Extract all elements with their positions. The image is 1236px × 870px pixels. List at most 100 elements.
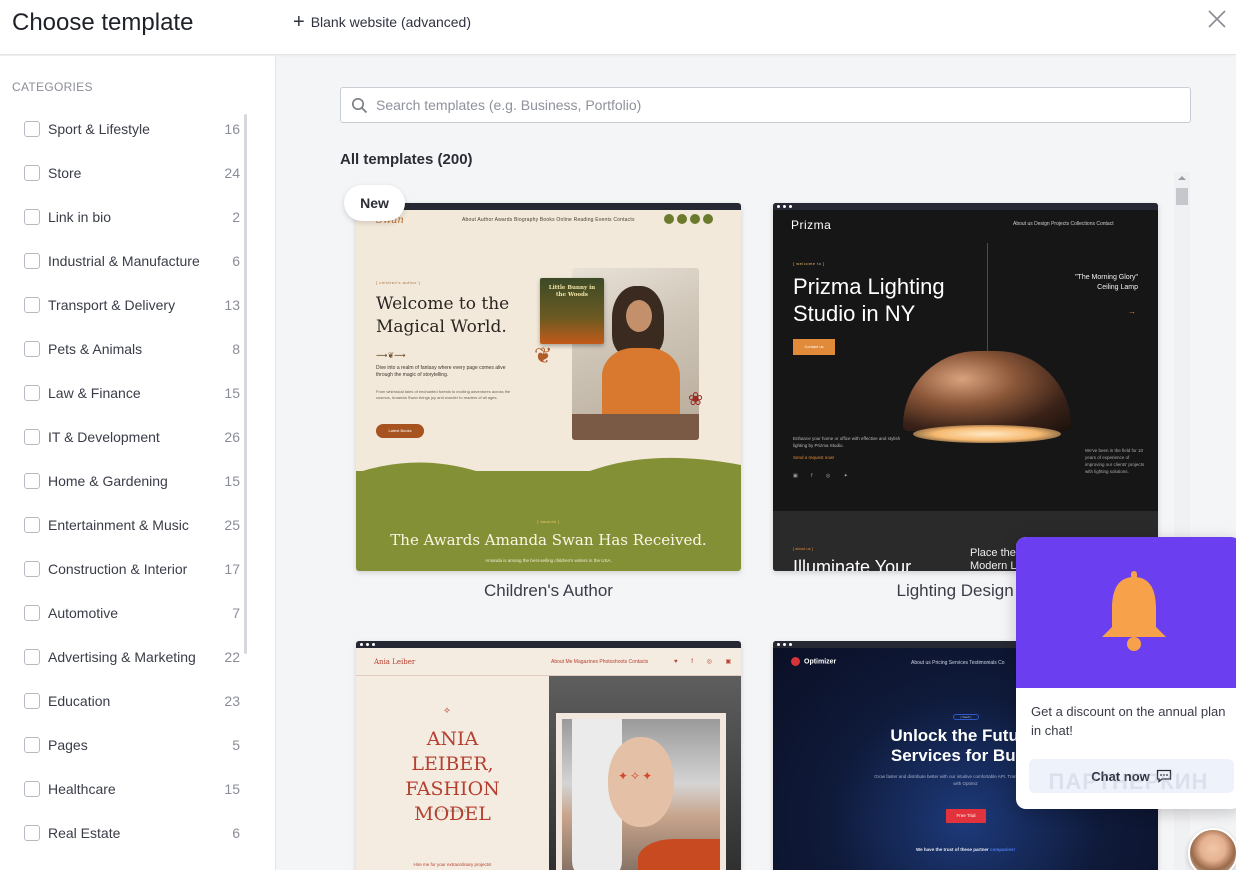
category-label: Pages <box>48 737 88 753</box>
category-item[interactable]: Real Estate 6 <box>0 811 244 855</box>
category-checkbox[interactable] <box>24 737 40 753</box>
category-item[interactable]: Store 24 <box>0 151 244 195</box>
category-count: 15 <box>224 781 240 797</box>
category-item[interactable]: Entertainment & Music 25 <box>0 503 244 547</box>
category-label: Healthcare <box>48 781 116 797</box>
category-checkbox[interactable] <box>24 605 40 621</box>
category-item[interactable]: Pages 5 <box>0 723 244 767</box>
category-item[interactable]: Industrial & Manufacture 6 <box>0 239 244 283</box>
template-card-fashion-model[interactable]: Ania Leiber About Me Magazines Photoshoo… <box>356 641 741 870</box>
category-checkbox[interactable] <box>24 385 40 401</box>
template-preview[interactable]: Ania Leiber About Me Magazines Photoshoo… <box>356 641 741 870</box>
category-checkbox[interactable] <box>24 781 40 797</box>
category-checkbox[interactable] <box>24 561 40 577</box>
category-label: Transport & Delivery <box>48 297 176 313</box>
support-avatar[interactable] <box>1188 828 1236 870</box>
awards-subtitle: Amanda is among the best-selling childre… <box>485 558 612 563</box>
category-item[interactable]: Automotive 7 <box>0 591 244 635</box>
template-preview[interactable]: Prizma About us Design Projects Collecti… <box>773 203 1158 571</box>
template-caption: Children's Author <box>484 581 613 600</box>
preview-description: Dive into a realm of fantasy where every… <box>376 365 506 378</box>
template-preview[interactable]: Swan About Author Awards Biography Books… <box>356 203 741 571</box>
blank-website-label: Blank website (advanced) <box>310 14 471 30</box>
lamp-glow <box>913 425 1061 443</box>
category-checkbox[interactable] <box>24 649 40 665</box>
chat-bubble-icon <box>1156 769 1171 783</box>
categories-heading: CATEGORIES <box>12 80 93 94</box>
ornament-icon: ⟡ <box>444 705 450 715</box>
preview-pill: [ SaaS ] <box>953 714 979 720</box>
template-card-childrens-author[interactable]: Swan About Author Awards Biography Books… <box>356 203 741 600</box>
preview-social-icons <box>664 214 713 224</box>
preview-contact-button: Contact us <box>793 339 835 355</box>
category-item[interactable]: Link in bio 2 <box>0 195 244 239</box>
about-title: Illuminate Your <box>793 557 912 571</box>
chat-now-button[interactable]: Chat now <box>1029 759 1234 793</box>
preview-side-text: We've been in the field for 10 years of … <box>1085 448 1145 474</box>
model-portrait: ✦✧✦ <box>562 719 720 870</box>
preview-hero-title: Welcome to the Magical World. <box>376 294 510 337</box>
category-checkbox[interactable] <box>24 121 40 137</box>
category-checkbox[interactable] <box>24 693 40 709</box>
category-item[interactable]: Education 23 <box>0 679 244 723</box>
category-label: Education <box>48 693 111 709</box>
preview-logo: Ania Leiber <box>374 658 416 666</box>
category-checkbox[interactable] <box>24 473 40 489</box>
template-card-lighting-design[interactable]: Prizma About us Design Projects Collecti… <box>773 203 1158 600</box>
popup-message: Get a discount on the annual plan in cha… <box>1031 704 1226 738</box>
category-item[interactable]: Law & Finance 15 <box>0 371 244 415</box>
close-icon[interactable] <box>1206 8 1228 30</box>
awards-title: The Awards Amanda Swan Has Received. <box>390 531 707 549</box>
header: Choose template + Blank website (advance… <box>0 0 1236 55</box>
category-item[interactable]: Home & Gardening 15 <box>0 459 244 503</box>
sidebar-scrollbar[interactable] <box>244 114 247 654</box>
book-cover: Little Bunny in the Woods <box>540 278 604 344</box>
preview-free-trial-button: Free Trial <box>946 809 986 823</box>
category-count: 22 <box>224 649 240 665</box>
pendant-lamp <box>903 351 1071 431</box>
search-input[interactable] <box>376 97 1156 113</box>
preview-product-label: "The Morning Glory" Ceiling Lamp <box>1075 274 1138 291</box>
category-checkbox[interactable] <box>24 825 40 841</box>
awards-kicker: [ awards ] <box>537 519 560 524</box>
category-item[interactable]: Sport & Lifestyle 16 <box>0 107 244 151</box>
preview-logo: Prizma <box>791 218 832 232</box>
preview-nav: About us Design Projects Collections Con… <box>1013 221 1114 227</box>
search-bar[interactable] <box>340 87 1191 123</box>
category-count: 23 <box>224 693 240 709</box>
category-item[interactable]: Transport & Delivery 13 <box>0 283 244 327</box>
category-count: 13 <box>224 297 240 313</box>
category-item[interactable]: Healthcare 15 <box>0 767 244 811</box>
blank-website-button[interactable]: + Blank website (advanced) <box>293 12 471 32</box>
preview-description: Enhance your home or office with effecti… <box>793 436 901 448</box>
category-checkbox[interactable] <box>24 165 40 181</box>
categories-sidebar: CATEGORIES Sport & Lifestyle 16 Store 24 Lin… <box>0 56 276 870</box>
preview-social-icons: ♥ f ◎ ▣ <box>674 659 738 665</box>
category-checkbox[interactable] <box>24 209 40 225</box>
category-checkbox[interactable] <box>24 517 40 533</box>
category-item[interactable]: IT & Development 26 <box>0 415 244 459</box>
category-list: Sport & Lifestyle 16 Store 24 Link in bio 2 In… <box>0 107 244 855</box>
category-label: IT & Development <box>48 429 160 445</box>
category-item[interactable]: Construction & Interior 17 <box>0 547 244 591</box>
category-count: 8 <box>232 341 240 357</box>
scroll-up-arrow-icon[interactable] <box>1178 176 1186 180</box>
bell-icon <box>1102 571 1166 651</box>
about-kicker: [ about us ] <box>793 546 813 551</box>
search-icon <box>352 97 368 113</box>
category-checkbox[interactable] <box>24 297 40 313</box>
category-count: 17 <box>224 561 240 577</box>
category-item[interactable]: Pets & Animals 8 <box>0 327 244 371</box>
category-count: 15 <box>224 473 240 489</box>
chat-now-label: Chat now <box>1091 768 1150 784</box>
category-count: 24 <box>224 165 240 181</box>
category-item[interactable]: Advertising & Marketing 22 <box>0 635 244 679</box>
scrollbar-thumb[interactable] <box>1176 188 1188 205</box>
category-label: Real Estate <box>48 825 121 841</box>
discount-popup[interactable]: Get a discount on the annual plan in cha… <box>1016 537 1236 809</box>
ornament-icon: ⟿❦⟿ <box>376 351 406 360</box>
category-checkbox[interactable] <box>24 253 40 269</box>
category-label: Store <box>48 165 82 181</box>
category-checkbox[interactable] <box>24 429 40 445</box>
category-checkbox[interactable] <box>24 341 40 357</box>
